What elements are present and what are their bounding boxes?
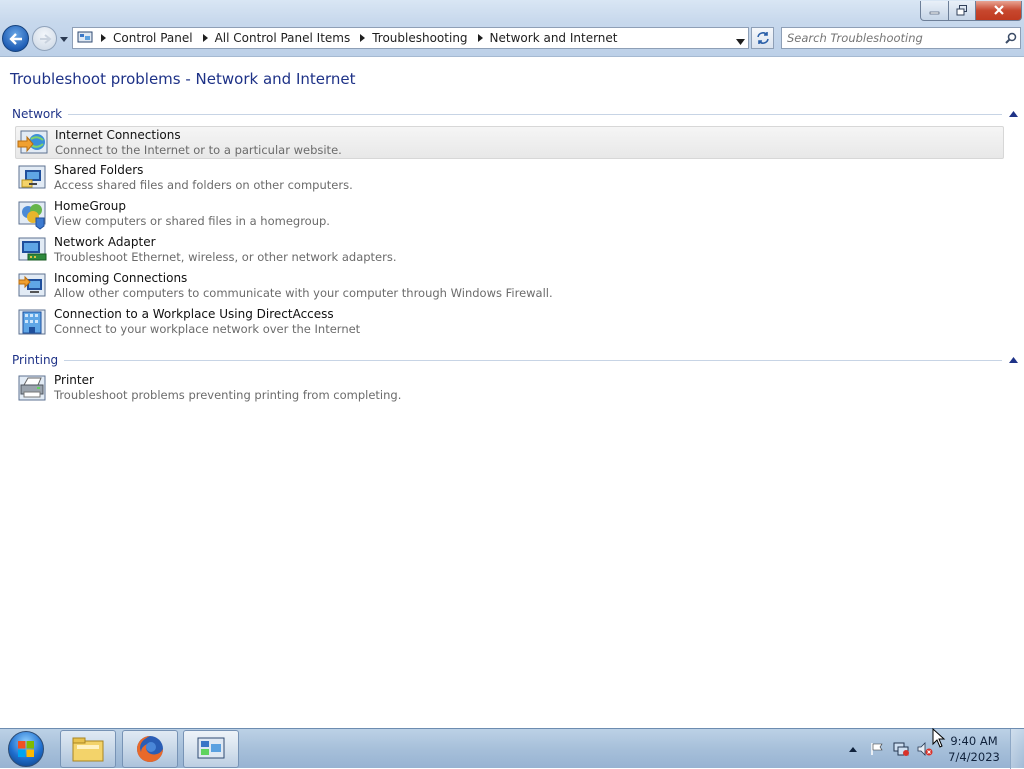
troubleshooter-printer[interactable]: Printer Troubleshoot problems preventing… <box>15 372 1004 405</box>
troubleshooter-homegroup[interactable]: HomeGroup View computers or shared files… <box>15 198 1004 231</box>
group-title: Network <box>12 107 63 121</box>
show-hidden-icons-button[interactable] <box>842 738 864 760</box>
item-name: Internet Connections <box>55 128 181 142</box>
taskbar-control-panel[interactable] <box>183 730 239 768</box>
close-button[interactable] <box>976 1 1022 21</box>
refresh-icon <box>756 32 769 44</box>
refresh-button[interactable] <box>751 27 774 49</box>
item-description: Connect to your workplace network over t… <box>54 322 361 336</box>
file-explorer-icon <box>72 737 104 762</box>
restore-icon <box>956 5 967 16</box>
item-name: Shared Folders <box>54 163 144 177</box>
search-input[interactable] <box>782 31 1002 45</box>
chevron-down-icon <box>60 36 68 42</box>
action-center-flag-icon[interactable] <box>866 738 888 760</box>
notification-area <box>842 729 938 769</box>
start-button[interactable] <box>4 731 48 767</box>
address-dropdown-button[interactable] <box>736 34 745 48</box>
group-divider <box>64 359 1002 361</box>
item-description: Access shared files and folders on other… <box>54 178 353 192</box>
search-box <box>781 27 1021 49</box>
breadcrumb-separator-icon[interactable] <box>360 34 366 42</box>
back-button[interactable] <box>2 25 29 52</box>
network-adapter-icon <box>18 237 47 261</box>
taskbar: 9:40 AM 7/4/2023 <box>0 728 1024 769</box>
address-bar[interactable]: Control Panel All Control Panel Items Tr… <box>72 27 749 49</box>
breadcrumb-all-control-panel-items[interactable]: All Control Panel Items <box>215 31 351 45</box>
printer-icon <box>18 375 46 401</box>
group-header-network: Network <box>12 106 1018 122</box>
item-name: Network Adapter <box>54 235 156 249</box>
close-icon <box>993 5 1004 15</box>
control-panel-icon <box>197 737 225 759</box>
forward-button[interactable] <box>32 26 57 51</box>
windows-orb-icon <box>8 731 44 767</box>
clock-time: 9:40 AM <box>950 734 998 748</box>
firefox-icon <box>137 736 163 762</box>
breadcrumb-control-panel[interactable]: Control Panel <box>113 31 193 45</box>
show-desktop-button[interactable] <box>1010 729 1024 769</box>
mouse-cursor-icon <box>932 728 946 748</box>
item-description: View computers or shared files in a home… <box>54 214 330 228</box>
minimize-icon <box>929 11 939 14</box>
troubleshooter-incoming-connections[interactable]: Incoming Connections Allow other compute… <box>15 270 1004 303</box>
item-description: Troubleshoot Ethernet, wireless, or othe… <box>54 250 397 264</box>
item-name: HomeGroup <box>54 199 126 213</box>
restore-button[interactable] <box>949 1 976 21</box>
breadcrumb-separator-icon[interactable] <box>477 34 483 42</box>
collapse-group-button[interactable] <box>1008 109 1018 119</box>
troubleshooter-network-adapter[interactable]: Network Adapter Troubleshoot Ethernet, w… <box>15 234 1004 267</box>
taskbar-file-explorer[interactable] <box>60 730 116 768</box>
item-description: Connect to the Internet or to a particul… <box>55 143 342 157</box>
taskbar-firefox[interactable] <box>122 730 178 768</box>
collapse-group-button[interactable] <box>1008 355 1018 365</box>
item-name: Incoming Connections <box>54 271 188 285</box>
back-arrow-icon <box>8 32 22 45</box>
incoming-connections-icon <box>18 273 46 297</box>
content-pane: Troubleshoot problems - Network and Inte… <box>0 57 1024 728</box>
chevron-up-icon <box>1008 357 1018 363</box>
breadcrumb-separator-icon[interactable] <box>101 34 106 42</box>
window-chrome: Control Panel All Control Panel Items Tr… <box>0 0 1024 57</box>
item-name: Connection to a Workplace Using DirectAc… <box>54 307 334 321</box>
item-name: Printer <box>54 373 94 387</box>
breadcrumb-troubleshooting[interactable]: Troubleshooting <box>372 31 467 45</box>
control-panel-window: Control Panel All Control Panel Items Tr… <box>0 0 1024 728</box>
group-header-printing: Printing <box>12 352 1018 368</box>
search-icon <box>1005 32 1017 44</box>
chevron-down-icon <box>736 39 745 45</box>
clock-date: 7/4/2023 <box>948 750 1000 764</box>
chevron-up-icon <box>849 746 857 752</box>
item-description: Allow other computers to communicate wit… <box>54 286 553 300</box>
group-divider <box>68 113 1002 115</box>
network-icon[interactable] <box>890 738 912 760</box>
caption-buttons <box>920 1 1022 21</box>
search-button[interactable] <box>1002 32 1020 44</box>
item-description: Troubleshoot problems preventing printin… <box>54 388 402 402</box>
directaccess-icon <box>18 309 46 335</box>
control-panel-small-icon <box>77 31 93 43</box>
homegroup-icon <box>18 201 46 230</box>
breadcrumb-separator-icon[interactable] <box>202 34 208 42</box>
internet-connections-icon <box>17 130 48 154</box>
chevron-up-icon <box>1008 111 1018 117</box>
page-title: Troubleshoot problems - Network and Inte… <box>10 70 356 88</box>
group-title: Printing <box>12 353 59 367</box>
system-clock[interactable]: 9:40 AM 7/4/2023 <box>946 733 1002 765</box>
shared-folders-icon <box>18 165 46 189</box>
forward-arrow-icon <box>39 33 52 44</box>
breadcrumb-network-and-internet[interactable]: Network and Internet <box>490 31 618 45</box>
troubleshooter-internet-connections[interactable]: Internet Connections Connect to the Inte… <box>15 126 1004 159</box>
navigation-buttons <box>2 25 70 52</box>
troubleshooter-directaccess[interactable]: Connection to a Workplace Using DirectAc… <box>15 306 1004 339</box>
troubleshooter-shared-folders[interactable]: Shared Folders Access shared files and f… <box>15 162 1004 195</box>
recent-pages-dropdown[interactable] <box>59 34 69 44</box>
minimize-button[interactable] <box>920 1 949 21</box>
